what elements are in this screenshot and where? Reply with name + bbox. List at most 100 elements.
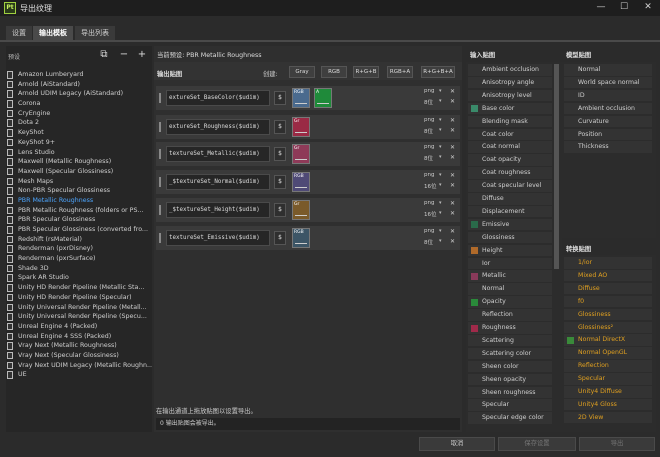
input-map-item[interactable]: Scattering color xyxy=(468,347,552,360)
channel-slot[interactable]: Gr xyxy=(292,200,310,220)
map-name-field[interactable]: extureSet_Roughness($udim) xyxy=(166,119,270,135)
input-map-item[interactable]: Base color xyxy=(468,102,552,115)
duplicate-preset-icon[interactable]: ⧉ xyxy=(98,49,110,61)
remove-map-button[interactable]: ✕ xyxy=(450,144,455,151)
bit-depth-dropdown[interactable]: 8位 xyxy=(424,127,433,135)
remove-map-button[interactable]: ✕ xyxy=(450,88,455,95)
converted-map-item[interactable]: 1/ior xyxy=(564,257,652,269)
preset-item[interactable]: Maxwell (Metallic Roughness) xyxy=(6,157,152,167)
maximize-button[interactable]: ☐ xyxy=(613,0,635,16)
input-map-item[interactable]: Sheen opacity xyxy=(468,373,552,386)
preset-item[interactable]: Renderman (pxrDisney) xyxy=(6,244,152,254)
preset-item[interactable]: Amazon Lumberyard xyxy=(6,70,152,80)
close-button[interactable]: ✕ xyxy=(637,0,659,16)
channel-slot[interactable]: A xyxy=(314,88,332,108)
preset-item[interactable]: Mesh Maps xyxy=(6,177,152,187)
save-settings-button[interactable]: 保存设置 xyxy=(498,437,576,451)
preset-item[interactable]: Arnold (AiStandard) xyxy=(6,80,152,90)
minimize-button[interactable]: — xyxy=(590,0,612,16)
map-name-field[interactable]: textureSet_Emissive($udim) xyxy=(166,230,270,246)
remove-map-button[interactable]: ✕ xyxy=(450,210,455,217)
chevron-down-icon[interactable]: ▾ xyxy=(439,98,442,104)
converted-map-item[interactable]: f0 xyxy=(564,295,652,308)
chevron-down-icon[interactable]: ▾ xyxy=(439,228,442,234)
input-map-item[interactable]: Glossiness xyxy=(468,231,552,244)
remove-preset-button[interactable]: − xyxy=(118,49,130,61)
channel-slot[interactable]: RGB xyxy=(292,88,310,108)
input-map-item[interactable]: Height xyxy=(468,244,552,257)
converted-map-item[interactable]: Specular xyxy=(564,373,652,385)
create-gray-button[interactable]: Gray xyxy=(289,66,315,78)
preset-item[interactable]: Renderman (pxrSurface) xyxy=(6,254,152,264)
input-map-item[interactable]: Reflection xyxy=(468,309,552,321)
drag-handle-icon[interactable] xyxy=(159,205,161,215)
input-map-item[interactable]: Normal xyxy=(468,283,552,295)
variable-button[interactable]: $ xyxy=(274,203,286,217)
input-map-item[interactable]: Sheen roughness xyxy=(468,386,552,398)
variable-button[interactable]: $ xyxy=(274,91,286,105)
drag-handle-icon[interactable] xyxy=(159,233,161,243)
map-name-field[interactable]: _$textureSet_Normal($udim) xyxy=(166,174,270,190)
input-map-item[interactable]: Diffuse xyxy=(468,193,552,205)
input-map-item[interactable]: Displacement xyxy=(468,205,552,218)
format-dropdown[interactable]: png xyxy=(424,228,434,234)
preset-item[interactable]: Redshift (rsMaterial) xyxy=(6,235,152,245)
preset-item[interactable]: Maxwell (Specular Glossiness) xyxy=(6,167,152,177)
input-map-item[interactable]: Ior xyxy=(468,257,552,269)
converted-map-item[interactable]: Normal OpenGL xyxy=(564,347,652,359)
input-map-item[interactable]: Metallic xyxy=(468,270,552,282)
preset-item[interactable]: Unity HD Render Pipeline (Specular) xyxy=(6,293,152,303)
cancel-button[interactable]: 取消 xyxy=(419,437,495,451)
preset-item[interactable]: Non-PBR Specular Glossiness xyxy=(6,186,152,196)
remove-map-button[interactable]: ✕ xyxy=(450,117,455,124)
input-map-item[interactable]: Coat normal xyxy=(468,141,552,153)
preset-item[interactable]: Corona xyxy=(6,99,152,109)
preset-item[interactable]: Unity Universal Render Pipeline (Specu..… xyxy=(6,312,152,322)
channel-slot[interactable]: RGB xyxy=(292,172,310,192)
export-button[interactable]: 导出 xyxy=(579,437,655,451)
channel-slot[interactable]: RGB xyxy=(292,228,310,248)
converted-map-item[interactable]: Reflection xyxy=(564,360,652,372)
chevron-down-icon[interactable]: ▾ xyxy=(439,154,442,160)
preset-item[interactable]: Lens Studio xyxy=(6,148,152,158)
input-map-item[interactable]: Emissive xyxy=(468,218,552,231)
bit-depth-dropdown[interactable]: 16位 xyxy=(424,182,437,190)
chevron-down-icon[interactable]: ▾ xyxy=(439,238,442,244)
variable-button[interactable]: $ xyxy=(274,231,286,245)
preset-item[interactable]: Dota 2 xyxy=(6,118,152,128)
map-name-field[interactable]: _$textureSet_Height($udim) xyxy=(166,202,270,218)
chevron-down-icon[interactable]: ▾ xyxy=(439,88,442,94)
preset-item[interactable]: PBR Metallic Roughness xyxy=(6,196,152,206)
input-map-item[interactable]: Anisotropy level xyxy=(468,89,552,102)
channel-slot[interactable]: Gr xyxy=(292,117,310,137)
mesh-map-item[interactable]: Thickness xyxy=(564,141,652,153)
preset-item[interactable]: Unity Universal Render Pipeline (Metall.… xyxy=(6,303,152,313)
input-map-item[interactable]: Coat specular level xyxy=(468,180,552,192)
mesh-map-item[interactable]: Normal xyxy=(564,64,652,76)
input-maps-scrollbar[interactable] xyxy=(554,64,559,269)
remove-map-button[interactable]: ✕ xyxy=(450,154,455,161)
map-name-field[interactable]: extureSet_BaseColor($udim) xyxy=(166,90,270,106)
drag-handle-icon[interactable] xyxy=(159,149,161,159)
add-preset-button[interactable]: + xyxy=(136,49,148,61)
preset-item[interactable]: Unity HD Render Pipeline (Metallic Sta..… xyxy=(6,283,152,293)
format-dropdown[interactable]: png xyxy=(424,88,434,94)
preset-item[interactable]: Arnold UDIM Legacy (AiStandard) xyxy=(6,89,152,99)
create-r-g-b-a-button[interactable]: R+G+B+A xyxy=(421,66,455,78)
format-dropdown[interactable]: png xyxy=(424,172,434,178)
preset-item[interactable]: UE xyxy=(6,370,152,380)
input-map-item[interactable]: Specular edge color xyxy=(468,412,552,424)
remove-map-button[interactable]: ✕ xyxy=(450,98,455,105)
converted-map-item[interactable]: Unity4 Diffuse xyxy=(564,386,652,398)
mesh-map-item[interactable]: Ambient occlusion xyxy=(564,102,652,115)
chevron-down-icon[interactable]: ▾ xyxy=(439,210,442,216)
converted-map-item[interactable]: Diffuse xyxy=(564,282,652,295)
variable-button[interactable]: $ xyxy=(274,120,286,134)
converted-map-item[interactable]: Unity4 Gloss xyxy=(564,398,652,411)
drag-handle-icon[interactable] xyxy=(159,93,161,103)
input-map-item[interactable]: Sheen color xyxy=(468,360,552,373)
bit-depth-dropdown[interactable]: 8位 xyxy=(424,98,433,106)
input-map-item[interactable]: Opacity xyxy=(468,296,552,308)
chevron-down-icon[interactable]: ▾ xyxy=(439,144,442,150)
format-dropdown[interactable]: png xyxy=(424,144,434,150)
